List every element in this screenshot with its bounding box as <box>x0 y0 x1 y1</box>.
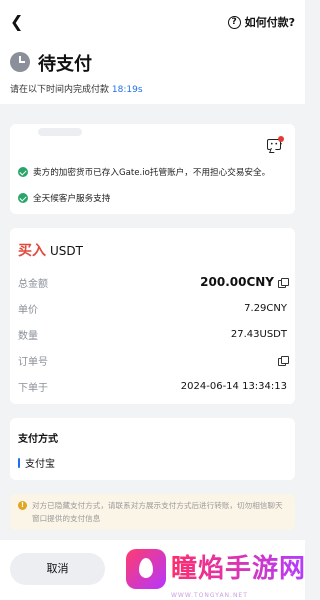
back-button[interactable]: ❮ <box>10 12 28 32</box>
order-time-row: 下单于 2024-06-14 13:34:13 <box>18 378 287 394</box>
check-circle-icon <box>18 167 28 177</box>
payment-method-marker <box>18 457 20 468</box>
order-status-header: 待支付 请在以下时间内完成付款 18:19s <box>0 44 305 104</box>
question-circle-icon: ? <box>227 15 241 29</box>
trade-asset: USDT <box>50 244 83 258</box>
row-label: 单价 <box>18 304 38 316</box>
trade-side: 买入 <box>18 243 46 259</box>
watermark-url: WWW.TONGYAN.NET <box>171 592 248 599</box>
total-amount-row: 总金额 200.00CNY <box>18 274 289 290</box>
copy-icon[interactable] <box>278 277 289 288</box>
order-details-card: 买入 USDT 总金额 200.00CNY 单价 7.29CNY 数量 27.4… <box>10 228 295 404</box>
payment-deadline: 请在以下时间内完成付款 18:19s <box>10 82 143 95</box>
help-link[interactable]: ? 如何付款? <box>227 13 295 31</box>
total-amount-value: 200.00CNY <box>200 275 274 289</box>
deadline-text: 请在以下时间内完成付款 <box>10 85 110 95</box>
unit-price-value: 7.29CNY <box>244 302 287 314</box>
bottom-action-bar: 取消 瞳焰手游网 WWW.TONGYAN.NET <box>0 540 305 600</box>
payment-method-label: 支付宝 <box>25 459 55 470</box>
order-time-value: 2024-06-14 13:34:13 <box>180 380 287 392</box>
payment-method-card[interactable]: 支付方式 支付宝 <box>10 418 295 480</box>
watermark-text: 瞳焰手游网 <box>171 554 307 584</box>
merchant-card: ••• 卖方的加密货币已存入Gate.io托管账户，不用担心交易安全。 全天候客… <box>10 124 295 214</box>
help-label: 如何付款? <box>244 16 295 29</box>
row-label: 数量 <box>18 330 38 342</box>
order-heading: 买入 USDT <box>18 240 83 260</box>
notice-text: 对方已隐藏支付方式，请联系对方展示支付方式后进行转账，切勿相信聊天窗口提供的支付… <box>32 501 283 523</box>
check-circle-icon <box>18 193 28 203</box>
assurance-text: 卖方的加密货币已存入Gate.io托管账户，不用担心交易安全。 <box>33 168 271 178</box>
unit-price-row: 单价 7.29CNY <box>18 300 287 316</box>
payment-method-title: 支付方式 <box>18 434 58 445</box>
cancel-button[interactable]: 取消 <box>10 553 105 585</box>
merchant-name-redacted <box>38 128 82 136</box>
warning-icon: ! <box>18 501 27 510</box>
site-watermark: 瞳焰手游网 WWW.TONGYAN.NET <box>126 544 307 599</box>
page-title: 待支付 <box>38 54 92 75</box>
clock-icon <box>10 52 30 72</box>
top-nav-bar: ❮ ? 如何付款? <box>0 0 305 44</box>
payment-method-item[interactable]: 支付宝 <box>18 455 55 470</box>
countdown-timer: 18:19s <box>111 85 143 95</box>
flame-logo-icon <box>126 549 166 589</box>
chat-unread-badge <box>278 136 284 142</box>
assurance-text: 全天候客户服务支持 <box>33 194 111 204</box>
assurance-escrow: 卖方的加密货币已存入Gate.io托管账户，不用担心交易安全。 <box>18 166 270 178</box>
row-label: 下单于 <box>18 382 48 394</box>
copy-icon[interactable] <box>278 355 289 366</box>
assurance-support: 全天候客户服务支持 <box>18 192 110 204</box>
chevron-left-icon: ❮ <box>10 12 24 31</box>
payment-notice: ! 对方已隐藏支付方式，请联系对方展示支付方式后进行转账，切勿相信聊天窗口提供的… <box>10 494 295 530</box>
order-number-row: 订单号 <box>18 352 289 368</box>
quantity-value: 27.43USDT <box>230 328 287 340</box>
row-label: 总金额 <box>18 278 48 290</box>
row-label: 订单号 <box>18 356 48 368</box>
quantity-row: 数量 27.43USDT <box>18 326 287 342</box>
